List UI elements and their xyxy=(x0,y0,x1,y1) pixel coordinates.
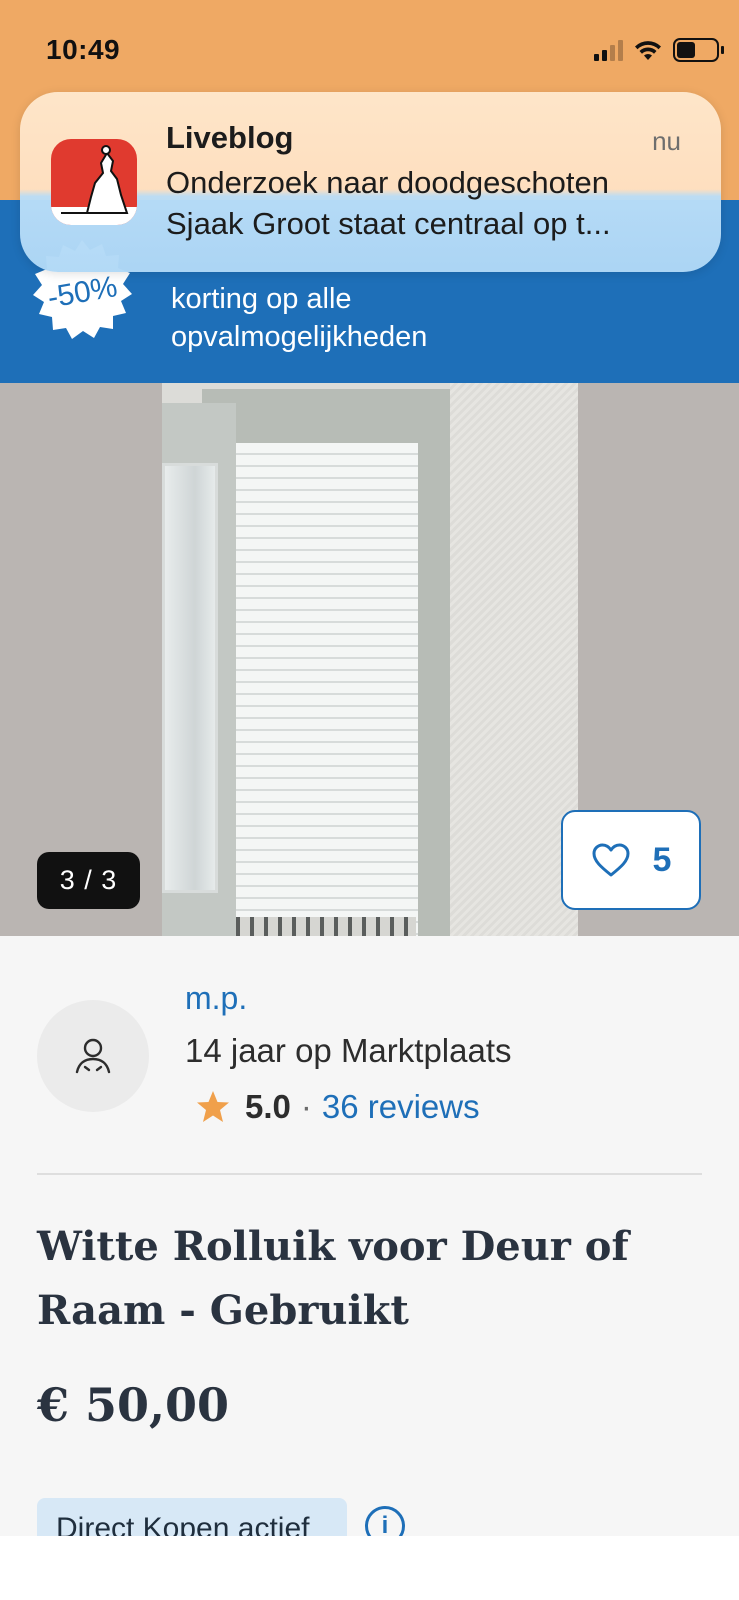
seller-name-link[interactable]: m.p. xyxy=(185,980,247,1017)
notification-line-2: Sjaak Groot staat centraal op t... xyxy=(166,206,611,241)
seller-rating: 5.0 · 36 reviews xyxy=(195,1088,480,1126)
roller-shutter-image xyxy=(222,443,418,936)
favorite-count: 5 xyxy=(652,840,672,879)
heart-icon xyxy=(592,843,630,877)
push-notification[interactable]: Liveblog nu Onderzoek naar doodgeschoten… xyxy=(20,92,721,272)
bottom-fill xyxy=(0,1536,739,1600)
status-icons xyxy=(594,38,724,62)
favorite-button[interactable]: 5 xyxy=(561,810,701,910)
direct-buy-badge: Direct Kopen actief xyxy=(37,1498,347,1536)
photo-counter: 3 / 3 xyxy=(37,852,140,909)
notification-time: nu xyxy=(652,126,681,156)
listing-image xyxy=(162,383,578,936)
seller-membership: 14 jaar op Marktplaats xyxy=(185,1032,512,1069)
notification-app-name: Liveblog xyxy=(166,120,294,155)
status-time: 10:49 xyxy=(46,34,121,65)
rating-separator: · xyxy=(300,1088,312,1125)
divider xyxy=(37,1173,702,1175)
cellular-signal-icon xyxy=(594,39,623,61)
battery-icon xyxy=(673,38,724,62)
notification-line-1: Onderzoek naar doodgeschoten xyxy=(166,165,609,200)
seller-avatar[interactable] xyxy=(37,1000,149,1112)
promo-text: korting op alle opvalmogelijkheden xyxy=(171,280,427,356)
promo-line-2: opvalmogelijkheden xyxy=(171,321,428,353)
star-icon xyxy=(197,1091,229,1122)
rating-value: 5.0 xyxy=(245,1088,291,1125)
listing-title: Witte Rolluik voor Deur of Raam - Gebrui… xyxy=(37,1223,629,1334)
listing-price: € 50,00 xyxy=(37,1378,230,1432)
promo-line-1: korting op alle xyxy=(171,283,352,315)
user-icon xyxy=(75,1038,111,1074)
reviews-link[interactable]: 36 reviews xyxy=(322,1088,480,1126)
liveblog-app-icon xyxy=(51,139,137,225)
notification-body: Onderzoek naar doodgeschoten Sjaak Groot… xyxy=(166,162,706,244)
wifi-icon xyxy=(635,41,661,60)
